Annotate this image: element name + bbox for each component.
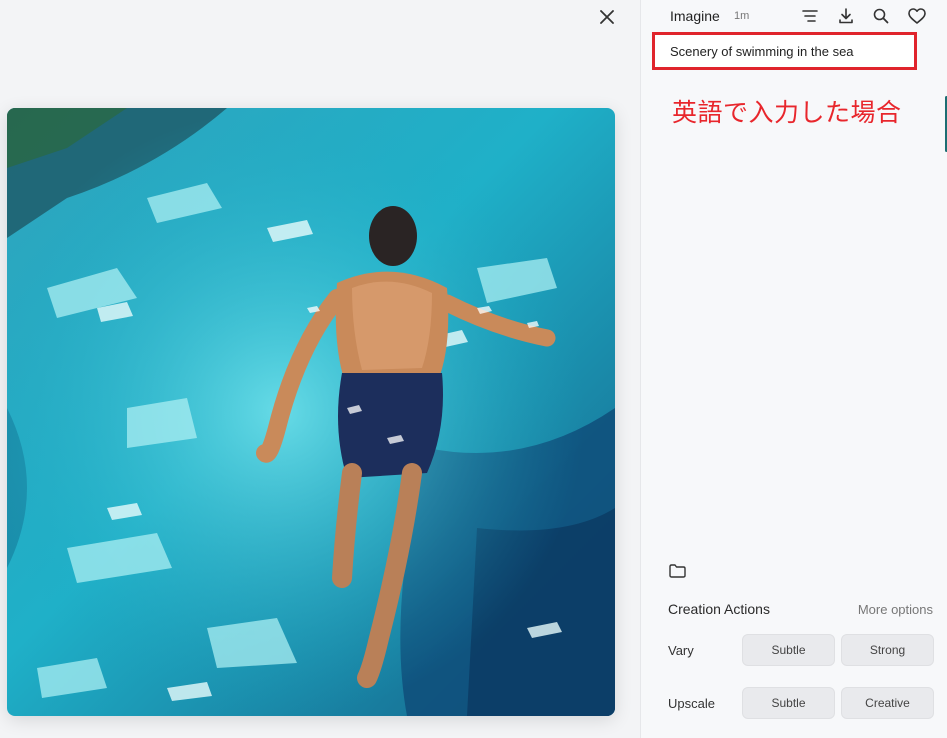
panel-header: Imagine 1m [641, 0, 947, 32]
generated-image[interactable] [7, 108, 615, 716]
folder-icon [668, 564, 686, 578]
prompt-highlight-box: Scenery of swimming in the sea [652, 32, 917, 70]
filter-button[interactable] [799, 5, 821, 27]
filter-lines-icon [802, 10, 818, 22]
prompt-text[interactable]: Scenery of swimming in the sea [670, 44, 854, 59]
vary-label: Vary [668, 643, 694, 658]
search-icon [873, 8, 889, 24]
vary-strong-button[interactable]: Strong [841, 634, 934, 666]
vary-subtle-button[interactable]: Subtle [742, 634, 835, 666]
more-options-link[interactable]: More options [858, 602, 933, 617]
folder-button[interactable] [667, 561, 687, 581]
download-icon [839, 8, 853, 24]
creation-actions-title: Creation Actions [668, 601, 770, 617]
search-button[interactable] [870, 5, 892, 27]
upscale-subtle-button[interactable]: Subtle [742, 687, 835, 719]
upscale-label: Upscale [668, 696, 715, 711]
like-button[interactable] [906, 5, 928, 27]
close-button[interactable] [596, 6, 618, 28]
app-name: Imagine [670, 8, 720, 24]
close-icon [600, 10, 614, 24]
image-viewer [0, 0, 640, 738]
details-panel: Imagine 1m Scenery of swimming in the se… [640, 0, 947, 738]
upscale-creative-button[interactable]: Creative [841, 687, 934, 719]
heart-icon [908, 8, 926, 24]
annotation-label: 英語で入力した場合 [672, 98, 902, 127]
swimmer-painting [7, 108, 615, 716]
timestamp: 1m [734, 10, 750, 22]
download-button[interactable] [835, 5, 857, 27]
